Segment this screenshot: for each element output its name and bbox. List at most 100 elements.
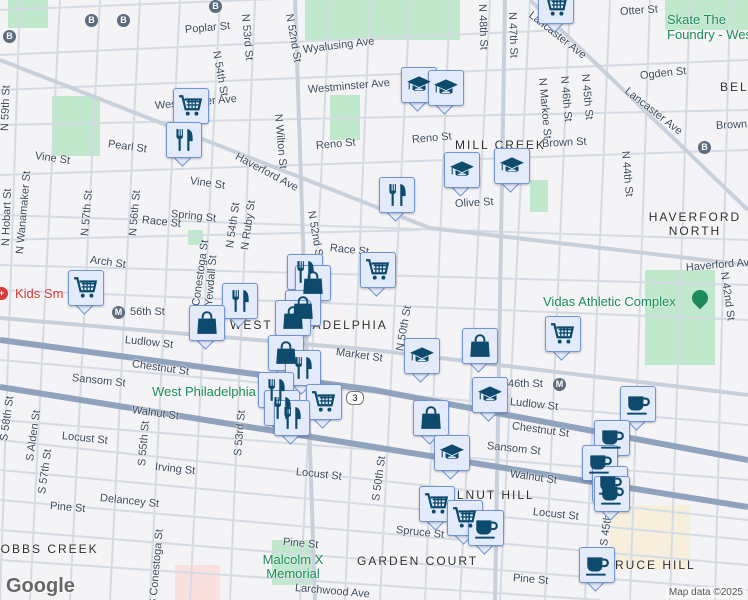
restaurant-marker[interactable] (274, 400, 310, 445)
neighborhood-label: GARDEN COURT (357, 554, 479, 568)
school-icon (439, 440, 465, 466)
restaurant-marker[interactable] (222, 283, 258, 328)
marker-box (428, 70, 464, 106)
cafe-icon (584, 552, 610, 578)
poi-malcolm-x-memorial[interactable]: Malcolm X Memorial (258, 553, 328, 581)
school-icon (477, 382, 503, 408)
school-marker[interactable] (472, 377, 508, 422)
cart-icon (365, 257, 391, 283)
marker-box (404, 338, 440, 374)
marker-box (462, 328, 498, 364)
route-shield: 3 (346, 391, 364, 405)
school-icon (499, 153, 525, 179)
cafe-icon (599, 425, 625, 451)
neighborhood-label: HAVERFORD NORTH (648, 210, 742, 238)
marker-box (285, 350, 321, 386)
shopping-bag-marker[interactable] (189, 305, 225, 350)
restaurant-icon (227, 288, 253, 314)
street-label: N 59th St (0, 84, 13, 132)
street-label: Brown St (715, 118, 748, 132)
neighborhood-label: COBBS CREEK (0, 542, 99, 556)
map-canvas[interactable]: Poplar St N 53rd St N 52nd St Wyalusing … (0, 0, 748, 600)
cart-icon (311, 389, 337, 415)
marker-box (494, 148, 530, 184)
bus-stop-icon[interactable]: B (209, 0, 222, 13)
cart-marker[interactable] (545, 316, 581, 361)
marker-box (222, 283, 258, 319)
school-icon (406, 72, 432, 98)
cafe-marker[interactable] (468, 510, 504, 555)
poi-vidas-athletic-complex[interactable]: Vidas Athletic Complex (543, 294, 676, 309)
marker-box (306, 384, 342, 420)
cafe-marker[interactable] (579, 547, 615, 592)
poi-skate-the-foundry[interactable]: Skate The Foundry - West (667, 12, 748, 42)
school-marker[interactable] (404, 338, 440, 383)
marker-box (538, 0, 574, 24)
marker-box (379, 177, 415, 213)
cart-icon (543, 0, 569, 19)
school-marker[interactable] (444, 152, 480, 197)
marker-box (275, 300, 311, 336)
street-label: Olive St (454, 195, 494, 210)
marker-box (360, 252, 396, 288)
street-label: N 47th St (506, 11, 520, 59)
marker-box (413, 400, 449, 436)
cafe-marker[interactable] (594, 476, 630, 521)
marker-box (545, 316, 581, 352)
poi-west-philadelphia[interactable]: West Philadelphia (152, 384, 256, 399)
shopping-bag-icon (194, 310, 220, 336)
cart-icon (178, 93, 204, 119)
school-marker[interactable] (434, 435, 470, 480)
marker-box (472, 377, 508, 413)
cart-icon (424, 491, 450, 517)
restaurant-marker[interactable] (379, 177, 415, 222)
cart-marker[interactable] (538, 0, 574, 33)
street-label: N 48th St (476, 3, 490, 51)
restaurant-marker[interactable] (166, 122, 202, 167)
shopping-bag-icon (280, 305, 306, 331)
cart-icon (550, 321, 576, 347)
cart-marker[interactable] (306, 384, 342, 429)
metro-station-icon[interactable]: M (112, 306, 125, 319)
marker-box (594, 476, 630, 512)
bus-stop-icon[interactable]: B (3, 30, 16, 43)
school-marker[interactable] (494, 148, 530, 193)
marker-box (401, 67, 437, 103)
street-label: 56th St (130, 306, 165, 318)
school-icon (433, 75, 459, 101)
restaurant-icon (171, 127, 197, 153)
marker-box (189, 305, 225, 341)
google-logo[interactable]: Google (6, 575, 75, 598)
marker-box (434, 435, 470, 471)
school-icon (449, 157, 475, 183)
bus-stop-icon[interactable]: B (117, 14, 130, 27)
shopping-bag-icon (467, 333, 493, 359)
neighborhood-label: BELMONT (720, 80, 748, 94)
street-label: Brown St (541, 135, 587, 150)
marker-box (173, 88, 209, 124)
cafe-icon (599, 481, 625, 507)
bus-stop-icon[interactable]: B (698, 141, 711, 154)
marker-box (419, 486, 455, 522)
shopping-bag-marker[interactable] (462, 328, 498, 373)
marker-box (444, 152, 480, 188)
cart-marker[interactable] (360, 252, 396, 297)
cart-marker[interactable] (68, 270, 104, 315)
restaurant-icon (290, 355, 316, 381)
metro-station-icon[interactable]: M (553, 378, 566, 391)
street-label: 46th St (508, 378, 543, 390)
school-marker[interactable] (428, 70, 464, 115)
bus-stop-icon[interactable]: B (85, 14, 98, 27)
cafe-icon (473, 515, 499, 541)
map-attribution[interactable]: Map data ©2025 (665, 587, 746, 598)
school-icon (409, 343, 435, 369)
marker-box (274, 400, 310, 436)
cart-icon (73, 275, 99, 301)
restaurant-icon (384, 182, 410, 208)
poi-kids-smile[interactable]: Kids Sm (15, 286, 63, 301)
shopping-bag-icon (418, 405, 444, 431)
marker-box (468, 510, 504, 546)
restaurant-icon (279, 405, 305, 431)
marker-box (620, 386, 656, 422)
marker-box (68, 270, 104, 306)
